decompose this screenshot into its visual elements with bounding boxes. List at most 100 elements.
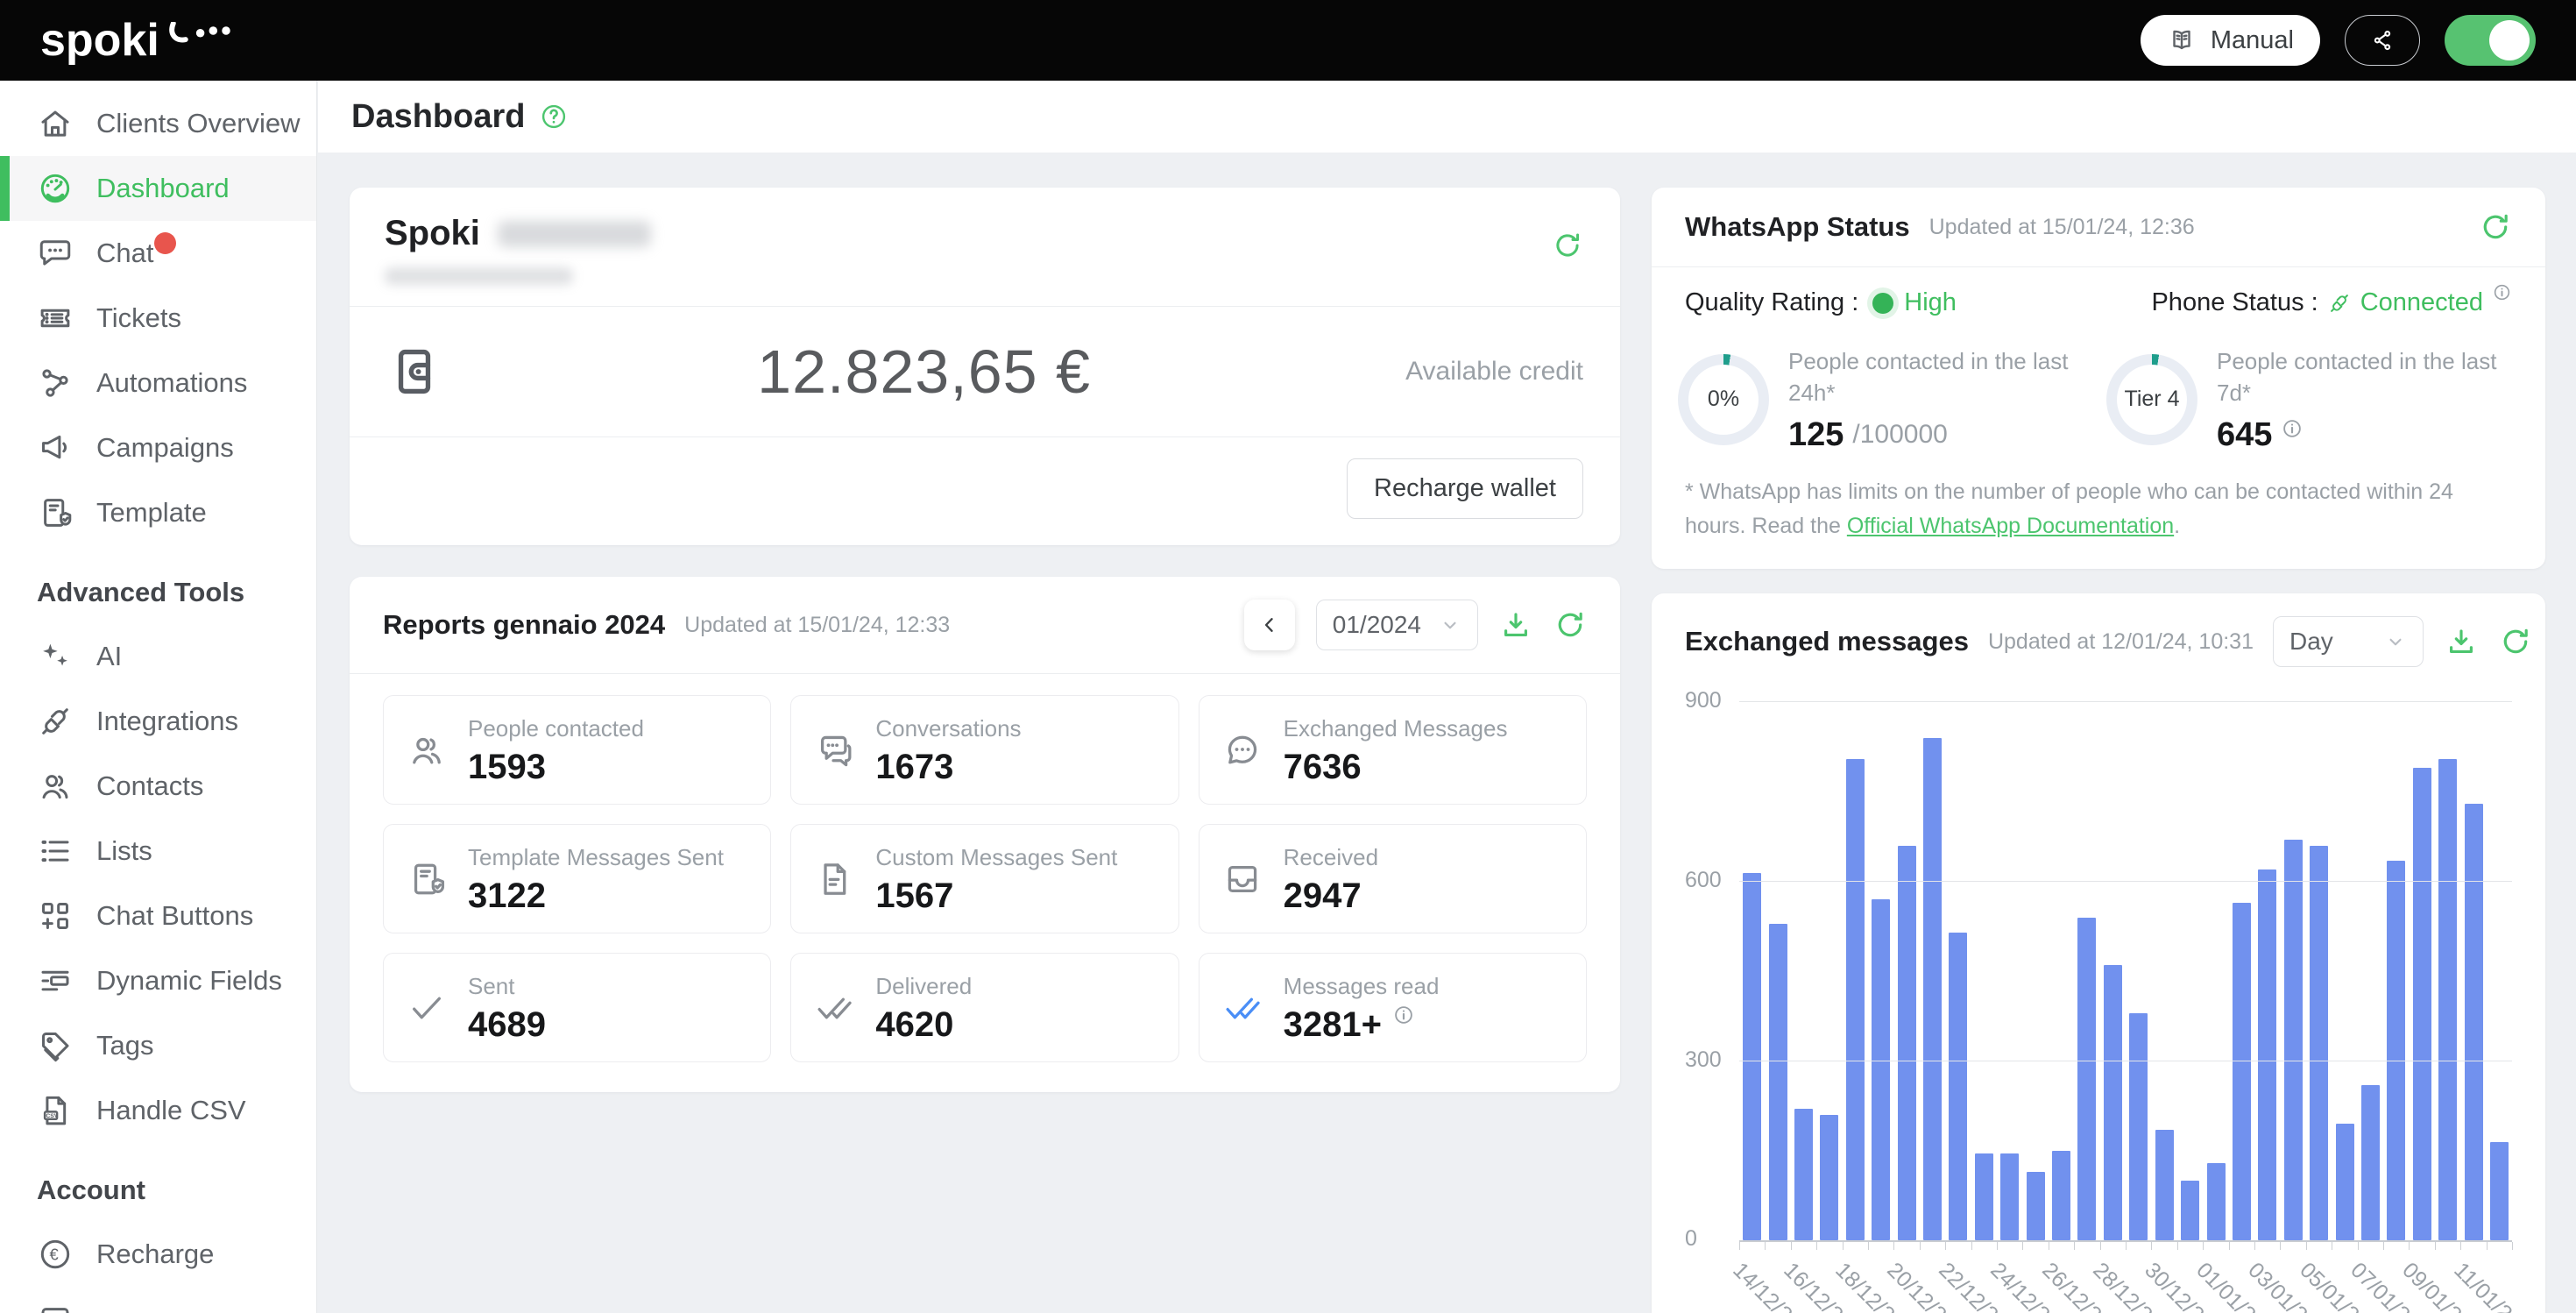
bar-03/01/24[interactable] bbox=[2258, 869, 2276, 1240]
active-indicator bbox=[0, 156, 10, 221]
bar-23/12/23[interactable] bbox=[1975, 1153, 1993, 1240]
info-icon[interactable] bbox=[1392, 1004, 1415, 1026]
bar-28/12/23[interactable] bbox=[2104, 965, 2122, 1240]
bar-21/12/23[interactable] bbox=[1923, 738, 1942, 1240]
bar-29/12/23[interactable] bbox=[2129, 1013, 2148, 1240]
reports-header: Reports gennaio 2024 Updated at 15/01/24… bbox=[350, 577, 1620, 673]
refresh-icon[interactable] bbox=[2479, 210, 2512, 244]
x-axis-tick-mark bbox=[1920, 1242, 1921, 1250]
sidebar-item-automations[interactable]: Automations bbox=[0, 351, 316, 415]
bar-26/12/23[interactable] bbox=[2052, 1151, 2070, 1240]
refresh-icon[interactable] bbox=[1552, 230, 1583, 261]
info-icon[interactable] bbox=[2492, 282, 2512, 302]
sidebar-item-campaigns[interactable]: Campaigns bbox=[0, 415, 316, 480]
previous-month-button[interactable] bbox=[1244, 600, 1295, 650]
sidebar-item-dynamic-fields[interactable]: Dynamic Fields bbox=[0, 948, 316, 1013]
template-icon bbox=[407, 859, 447, 899]
gauge-ring: Tier 4 bbox=[2106, 354, 2197, 445]
gauge-ring: 0% bbox=[1678, 354, 1769, 445]
bar-11/01/24[interactable] bbox=[2465, 804, 2483, 1240]
bar-24/12/23[interactable] bbox=[2000, 1153, 2019, 1240]
bar-25/12/23[interactable] bbox=[2027, 1172, 2045, 1240]
chart-updated: Updated at 12/01/24, 10:31 bbox=[1988, 629, 2254, 655]
download-icon[interactable] bbox=[1499, 608, 1532, 642]
sidebar-item-handle-csv[interactable]: CSV Handle CSV bbox=[0, 1078, 316, 1143]
bar-slot bbox=[1765, 702, 1790, 1240]
stat-value: 4689 bbox=[468, 1007, 546, 1042]
sidebar-item-dashboard[interactable]: Dashboard bbox=[0, 156, 316, 221]
bar-20/12/23[interactable] bbox=[1898, 846, 1916, 1240]
bar-18/12/23[interactable] bbox=[1846, 759, 1865, 1240]
x-axis-tick-mark bbox=[2460, 1242, 2461, 1250]
double-check-icon bbox=[814, 988, 854, 1028]
bar-slot bbox=[2203, 702, 2228, 1240]
sidebar-item-template[interactable]: Template bbox=[0, 480, 316, 545]
bar-31/12/23[interactable] bbox=[2181, 1181, 2199, 1240]
x-axis-tick-mark bbox=[1816, 1242, 1817, 1250]
bar-slot bbox=[1739, 702, 1765, 1240]
status-toggle[interactable] bbox=[2445, 15, 2536, 66]
stat-label: Conversations bbox=[875, 715, 1021, 742]
card-icon bbox=[37, 1301, 74, 1313]
sidebar-item-recharge[interactable]: € Recharge bbox=[0, 1222, 316, 1287]
gauge-block: Tier 4 People contacted in the last 7d* … bbox=[2106, 345, 2519, 454]
sidebar-item-partial[interactable] bbox=[0, 1287, 316, 1313]
people-icon bbox=[407, 730, 447, 770]
bar-02/01/24[interactable] bbox=[2233, 903, 2251, 1240]
bar-09/01/24[interactable] bbox=[2413, 768, 2431, 1240]
x-axis-tick-mark bbox=[2074, 1242, 2075, 1250]
plug-icon bbox=[2327, 291, 2352, 316]
bar-19/12/23[interactable] bbox=[1872, 899, 1890, 1240]
gauge-block: 0% People contacted in the last 24h* 125… bbox=[1678, 345, 2091, 454]
bar-05/01/24[interactable] bbox=[2310, 846, 2328, 1240]
bar-01/01/24[interactable] bbox=[2207, 1163, 2226, 1241]
y-axis-tick-label: 0 bbox=[1685, 1226, 1729, 1252]
sidebar-item-chat[interactable]: Chat bbox=[0, 221, 316, 286]
phone-status-value: Connected bbox=[2360, 288, 2483, 317]
stat-value: 1567 bbox=[875, 878, 953, 913]
info-icon[interactable] bbox=[2281, 417, 2304, 440]
bar-27/12/23[interactable] bbox=[2077, 918, 2096, 1240]
bar-10/01/24[interactable] bbox=[2438, 759, 2457, 1240]
sidebar-item-chat-buttons[interactable]: Chat Buttons bbox=[0, 884, 316, 948]
bar-slot bbox=[1791, 702, 1816, 1240]
x-axis-tick-mark bbox=[1791, 1242, 1792, 1250]
chart-plot-area: 0300600900 bbox=[1739, 702, 2512, 1242]
bar-07/01/24[interactable] bbox=[2361, 1085, 2380, 1240]
bar-22/12/23[interactable] bbox=[1949, 933, 1967, 1240]
bar-30/12/23[interactable] bbox=[2155, 1130, 2174, 1240]
sidebar-item-tags[interactable]: Tags bbox=[0, 1013, 316, 1078]
bar-04/01/24[interactable] bbox=[2284, 840, 2303, 1240]
refresh-icon[interactable] bbox=[2499, 625, 2532, 658]
sidebar-item-ai[interactable]: AI bbox=[0, 624, 316, 689]
sidebar-section-header: Advanced Tools bbox=[0, 545, 316, 624]
recharge-wallet-button[interactable]: Recharge wallet bbox=[1347, 458, 1583, 519]
bar-14/12/23[interactable] bbox=[1743, 873, 1761, 1241]
bar-06/01/24[interactable] bbox=[2336, 1124, 2354, 1240]
sidebar-item-integrations[interactable]: Integrations bbox=[0, 689, 316, 754]
sidebar-item-tickets[interactable]: Tickets bbox=[0, 286, 316, 351]
manual-button[interactable]: Manual bbox=[2141, 15, 2320, 66]
bar-16/12/23[interactable] bbox=[1794, 1109, 1813, 1240]
help-icon[interactable] bbox=[539, 102, 569, 131]
available-credit-amount: 12.823,65 € bbox=[442, 337, 1405, 407]
x-axis-tick-mark bbox=[1739, 1242, 1740, 1250]
logo-text: spoki bbox=[40, 18, 159, 63]
granularity-select[interactable]: Day bbox=[2273, 616, 2424, 667]
bar-08/01/24[interactable] bbox=[2387, 861, 2405, 1240]
bar-15/12/23[interactable] bbox=[1769, 924, 1787, 1241]
stat-value: 7636 bbox=[1284, 749, 1362, 784]
share-button[interactable] bbox=[2345, 15, 2420, 66]
whatsapp-docs-link[interactable]: Official WhatsApp Documentation bbox=[1847, 514, 2174, 538]
month-select-value: 01/2024 bbox=[1333, 611, 1421, 639]
month-select[interactable]: 01/2024 bbox=[1316, 600, 1478, 650]
bar-12/01/24[interactable] bbox=[2490, 1142, 2509, 1241]
bar-17/12/23[interactable] bbox=[1820, 1115, 1838, 1240]
stat-card-sent: Sent 4689 bbox=[383, 953, 771, 1062]
sidebar-item-lists[interactable]: Lists bbox=[0, 819, 316, 884]
x-axis-tick-mark bbox=[2254, 1242, 2255, 1250]
sidebar-item-contacts[interactable]: Contacts bbox=[0, 754, 316, 819]
download-icon[interactable] bbox=[2445, 625, 2478, 658]
sidebar-item-clients-overview[interactable]: Clients Overview bbox=[0, 91, 316, 156]
refresh-icon[interactable] bbox=[1553, 608, 1587, 642]
